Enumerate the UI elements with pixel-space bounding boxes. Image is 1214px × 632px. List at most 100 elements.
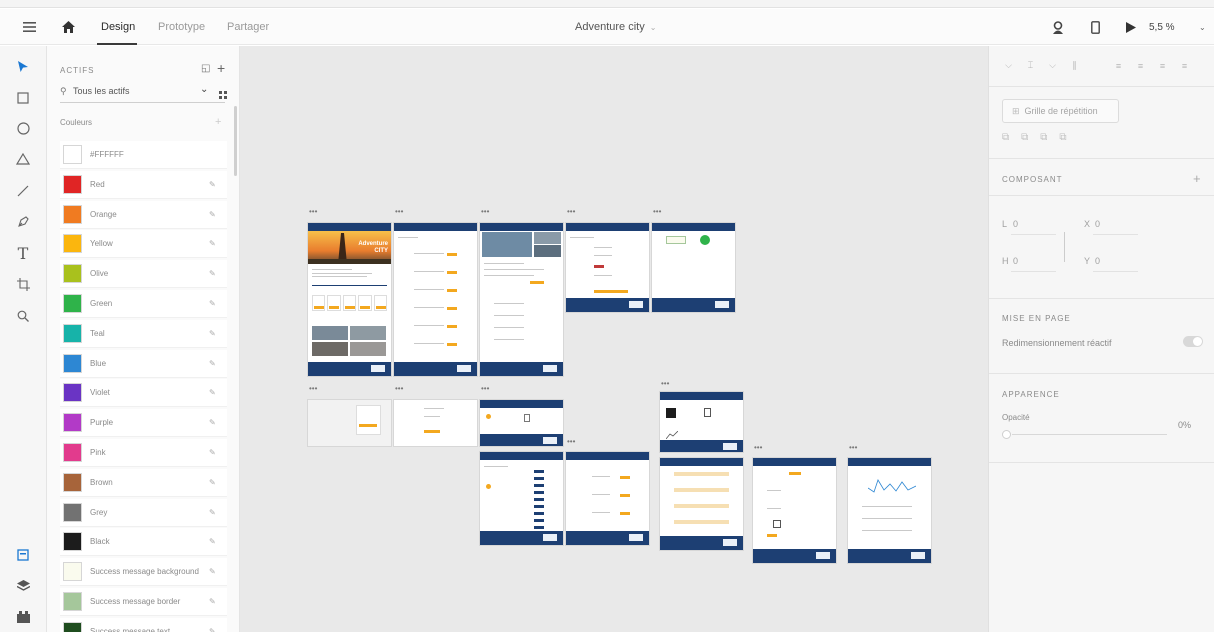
intersect-icon[interactable]: ⧉ <box>1040 132 1047 144</box>
artboard-menu[interactable]: ••• <box>481 208 489 216</box>
distribute-horizontal-icon[interactable]: ≡ <box>1179 60 1190 71</box>
add-asset-icon[interactable]: + <box>217 60 225 76</box>
subtract-icon[interactable]: ⧉ <box>1021 132 1028 144</box>
opacity-slider-track[interactable] <box>1012 434 1167 435</box>
color-swatch-row[interactable]: Purple ✎ <box>60 409 227 438</box>
edit-color-icon[interactable]: ✎ <box>209 597 223 606</box>
assets-scrollbar[interactable] <box>234 106 237 176</box>
zoom-level[interactable]: 5,5 % <box>1149 9 1175 45</box>
color-swatch-row[interactable]: Teal ✎ <box>60 319 227 348</box>
align-top-icon[interactable]: ⌵ <box>1003 60 1014 71</box>
color-swatch-row[interactable]: Pink ✎ <box>60 439 227 467</box>
color-swatch-row[interactable]: Violet ✎ <box>60 379 227 408</box>
edit-color-icon[interactable]: ✎ <box>209 210 223 219</box>
line-tool-icon[interactable] <box>14 182 32 200</box>
tab-prototype[interactable]: Prototype <box>158 9 205 45</box>
artboard-dashboard[interactable] <box>660 392 743 452</box>
artboard-menu[interactable]: ••• <box>849 444 857 452</box>
zoom-chevron-icon[interactable]: ⌄ <box>1199 9 1206 45</box>
lock-aspect-icon[interactable] <box>1061 232 1065 262</box>
color-swatch-row[interactable]: Black ✎ <box>60 528 227 557</box>
color-swatch[interactable] <box>63 353 82 373</box>
artboard-booking[interactable] <box>566 223 649 312</box>
responsive-resize-toggle[interactable] <box>1183 336 1203 347</box>
color-swatch[interactable] <box>63 174 82 194</box>
color-swatch[interactable] <box>63 413 82 433</box>
polygon-tool-icon[interactable] <box>14 150 32 168</box>
artboard-menu[interactable]: ••• <box>395 385 403 393</box>
document-title[interactable]: Adventure city ⌄ <box>575 9 656 45</box>
home-icon[interactable] <box>60 9 76 45</box>
height-value[interactable]: 0 <box>1013 256 1018 266</box>
color-swatch[interactable] <box>63 562 82 582</box>
color-swatch[interactable] <box>63 532 82 552</box>
edit-color-icon[interactable]: ✎ <box>209 388 223 397</box>
edit-color-icon[interactable]: ✎ <box>209 329 223 338</box>
color-swatch-row[interactable]: Success message text ✎ <box>60 617 227 632</box>
artboard-signup[interactable] <box>394 400 477 446</box>
color-swatch[interactable] <box>63 323 82 343</box>
plugins-panel-icon[interactable] <box>14 608 32 626</box>
artboard-confirmation[interactable] <box>652 223 735 312</box>
artboard-admin-list[interactable] <box>660 458 743 550</box>
zoom-tool-icon[interactable] <box>14 307 32 325</box>
align-center-icon[interactable]: ≡ <box>1135 60 1146 71</box>
color-swatch-row[interactable]: Grey ✎ <box>60 498 227 527</box>
artboard-menu[interactable]: ••• <box>481 385 489 393</box>
artboard-profile[interactable] <box>480 400 563 446</box>
open-library-icon[interactable]: ◱ <box>201 63 210 74</box>
edit-color-icon[interactable]: ✎ <box>209 478 223 487</box>
color-swatch-row[interactable]: Blue ✎ <box>60 349 227 378</box>
repeat-grid-button[interactable]: ⊞ Grille de répétition <box>1002 99 1119 123</box>
color-swatch[interactable] <box>63 145 82 164</box>
color-swatch[interactable] <box>63 621 82 632</box>
assets-filter[interactable]: ⚲ Tous les actifs ⌄ <box>60 83 225 103</box>
color-swatch[interactable] <box>63 234 82 254</box>
select-tool-icon[interactable] <box>14 58 32 76</box>
color-swatch[interactable] <box>63 472 82 492</box>
color-swatch[interactable] <box>63 592 82 611</box>
artboard-history[interactable] <box>566 452 649 545</box>
artboard-menu[interactable]: ••• <box>653 208 661 216</box>
edit-color-icon[interactable]: ✎ <box>209 299 223 308</box>
artboard-activity-detail[interactable] <box>480 223 563 376</box>
y-value[interactable]: 0 <box>1095 256 1100 266</box>
edit-color-icon[interactable]: ✎ <box>209 359 223 368</box>
color-swatch[interactable] <box>63 383 82 403</box>
hamburger-menu-icon[interactable] <box>20 9 38 45</box>
color-swatch[interactable] <box>63 502 82 522</box>
opacity-slider-handle[interactable] <box>1002 430 1011 439</box>
color-swatch-row[interactable]: Orange ✎ <box>60 200 227 229</box>
align-right-icon[interactable]: ≡ <box>1157 60 1168 71</box>
artboard-menu[interactable]: ••• <box>395 208 403 216</box>
artboard-home[interactable]: Adventure CITY <box>308 223 391 376</box>
play-icon[interactable] <box>1124 9 1138 45</box>
artboard-menu[interactable]: ••• <box>567 208 575 216</box>
edit-color-icon[interactable]: ✎ <box>209 567 223 576</box>
artboard-menu[interactable]: ••• <box>661 380 669 388</box>
x-value[interactable]: 0 <box>1095 219 1100 229</box>
mobile-preview-icon[interactable] <box>1088 9 1102 45</box>
rectangle-tool-icon[interactable] <box>14 89 32 107</box>
color-swatch-row[interactable]: Yellow ✎ <box>60 230 227 259</box>
add-component-icon[interactable]: + <box>1193 171 1201 186</box>
artboard-tool-icon[interactable] <box>14 275 32 293</box>
artboard-login-overlay[interactable] <box>308 400 391 446</box>
artboard-menu[interactable]: ••• <box>309 385 317 393</box>
artboard-activity-list[interactable] <box>394 223 477 376</box>
exclude-icon[interactable]: ⧉ <box>1059 132 1066 144</box>
color-swatch[interactable] <box>63 264 82 284</box>
color-swatch-row[interactable]: Success message border ✎ <box>60 588 227 616</box>
artboard-admin-edit[interactable] <box>753 458 836 563</box>
edit-color-icon[interactable]: ✎ <box>209 239 223 248</box>
pen-tool-icon[interactable] <box>14 213 32 231</box>
edit-color-icon[interactable]: ✎ <box>209 448 223 457</box>
width-value[interactable]: 0 <box>1013 219 1018 229</box>
layers-panel-icon[interactable] <box>14 577 32 595</box>
opacity-value[interactable]: 0% <box>1178 420 1191 430</box>
artboard-menu[interactable]: ••• <box>309 208 317 216</box>
color-swatch[interactable] <box>63 443 82 462</box>
color-swatch-row[interactable]: Green ✎ <box>60 290 227 318</box>
tab-design[interactable]: Design <box>101 9 135 45</box>
artboard-menu[interactable]: ••• <box>567 438 575 446</box>
